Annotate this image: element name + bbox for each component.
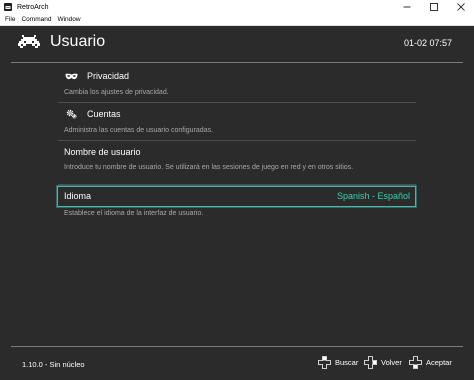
gears-icon — [64, 109, 78, 119]
maximize-button[interactable] — [420, 0, 447, 14]
menu-window[interactable]: Window — [54, 16, 83, 23]
close-icon — [456, 3, 465, 11]
clock: 01-02 07:57 — [403, 38, 452, 48]
dpad-icon — [364, 356, 377, 369]
window-controls — [393, 0, 474, 14]
entry-sublabel: Administra las cuentas de usuario config… — [64, 127, 214, 134]
entry-sublabel: Establece el idioma de la interfaz de us… — [64, 210, 204, 217]
page-title: Usuario — [50, 33, 106, 50]
entry-label: Cuentas — [87, 109, 121, 119]
divider — [58, 140, 416, 141]
back-label: Volver — [381, 358, 402, 367]
search-label: Buscar — [335, 358, 359, 367]
dpad-icon — [318, 356, 331, 369]
menu-command[interactable]: Command — [18, 16, 54, 23]
accept-button[interactable]: Aceptar — [409, 356, 452, 369]
retroarch-app-icon — [4, 3, 12, 11]
divider — [58, 184, 416, 185]
menu-file[interactable]: File — [0, 16, 18, 23]
entry-label: Nombre de usuario — [64, 147, 141, 157]
footer: 1.10.0 - Sin núcleo Buscar Volver Acepta… — [0, 355, 474, 373]
header-divider — [11, 62, 463, 63]
back-button[interactable]: Volver — [364, 356, 402, 369]
dpad-icon — [409, 356, 422, 369]
maximize-icon — [429, 3, 438, 11]
menu-entry-cuentas[interactable]: Cuentas Administra las cuentas de usuari… — [58, 104, 416, 136]
version-label: 1.10.0 - Sin núcleo — [22, 360, 85, 369]
footer-divider — [11, 346, 463, 347]
minimize-icon — [403, 6, 410, 8]
mask-icon — [64, 71, 78, 81]
search-button[interactable]: Buscar — [318, 356, 358, 369]
entry-label: Idioma — [64, 191, 92, 201]
minimize-button[interactable] — [393, 0, 420, 14]
header: Usuario 01-02 07:57 — [0, 26, 474, 62]
entry-label: Privacidad — [87, 71, 130, 81]
accept-label: Aceptar — [426, 358, 452, 367]
divider — [58, 102, 416, 103]
close-button[interactable] — [447, 0, 474, 14]
menu-entry-privacidad[interactable]: Privacidad Cambia los ajustes de privaci… — [58, 66, 416, 98]
menu-entry-idioma[interactable]: Idioma Spanish - Español — [57, 186, 416, 207]
retroarch-logo-icon — [18, 35, 40, 53]
language-value: Spanish - Español — [336, 191, 410, 201]
menu-bar: File Command Window — [0, 14, 474, 26]
menu-entry-idioma-description: Establece el idioma de la interfaz de us… — [58, 206, 416, 219]
window-title: RetroArch — [17, 3, 49, 11]
window-title-bar: RetroArch — [0, 0, 474, 14]
entry-sublabel: Introduce tu nombre de usuario. Se utili… — [64, 164, 354, 171]
entry-sublabel: Cambia los ajustes de privacidad. — [64, 89, 169, 96]
menu-entry-nombre-de-usuario[interactable]: Nombre de usuario Introduce tu nombre de… — [58, 142, 416, 173]
